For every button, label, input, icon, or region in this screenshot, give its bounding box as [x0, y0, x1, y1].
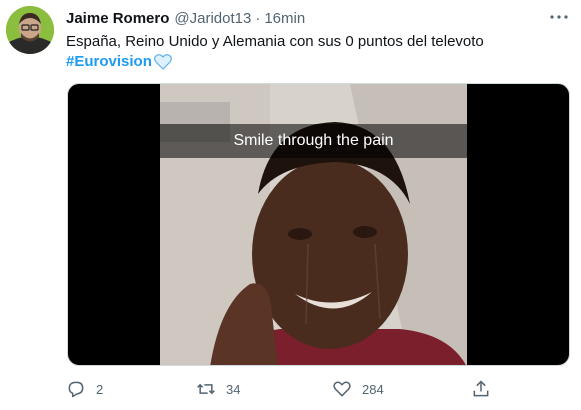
- reply-count: 2: [96, 381, 104, 397]
- caption-bar: Smile through the pain: [160, 124, 467, 158]
- like-count: 284: [362, 381, 384, 397]
- timestamp[interactable]: 16min: [264, 10, 305, 27]
- author-name[interactable]: Jaime Romero: [66, 10, 169, 27]
- like-icon: [332, 379, 352, 399]
- share-button[interactable]: [471, 376, 491, 402]
- meme-photo: Smile through the pain: [160, 84, 467, 365]
- avatar[interactable]: [6, 6, 54, 54]
- separator-dot: ·: [255, 9, 261, 27]
- action-bar: 2 34 284: [66, 376, 569, 402]
- tweet-media[interactable]: Smile through the pain: [67, 83, 570, 366]
- hashtag-link[interactable]: #Eurovision: [66, 52, 152, 72]
- reply-button[interactable]: 2: [66, 376, 103, 402]
- tweet-header: Jaime Romero @Jaridot13 · 16min: [66, 7, 541, 29]
- author-handle[interactable]: @Jaridot13: [174, 10, 251, 27]
- tweet[interactable]: Jaime Romero @Jaridot13 · 16min España, …: [0, 0, 581, 410]
- more-icon[interactable]: [549, 8, 569, 26]
- retweet-icon: [196, 379, 216, 399]
- meme-caption: Smile through the pain: [233, 132, 394, 149]
- like-button[interactable]: 284: [332, 376, 384, 402]
- blue-heart-icon: [153, 54, 172, 70]
- retweet-count: 34: [226, 381, 241, 397]
- retweet-button[interactable]: 34: [196, 376, 240, 402]
- tweet-body: España, Reino Unido y Alemania con sus 0…: [66, 33, 484, 50]
- reply-icon: [66, 379, 86, 399]
- share-icon: [471, 379, 491, 399]
- tweet-text: España, Reino Unido y Alemania con sus 0…: [66, 32, 569, 72]
